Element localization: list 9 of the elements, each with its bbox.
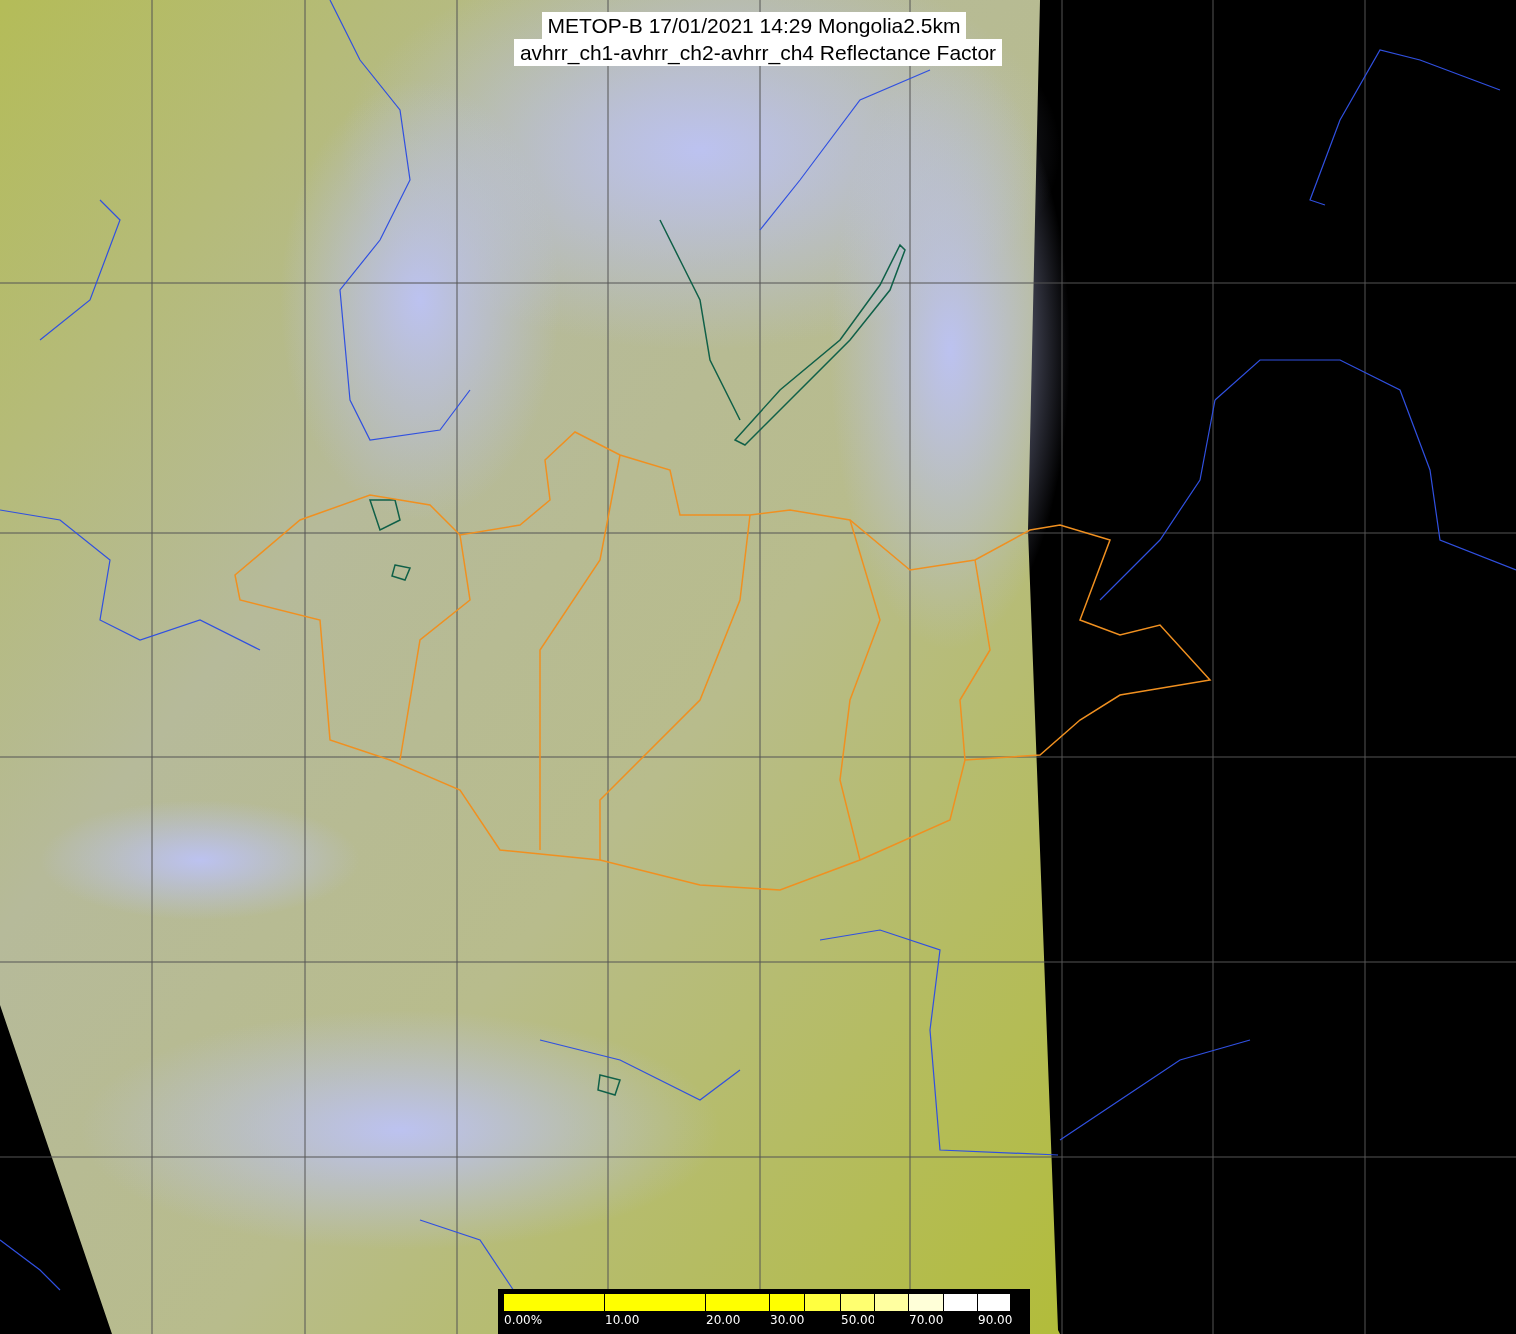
colorbar-tick-label: 70.00: [909, 1313, 943, 1327]
colorbar-tick-label: 0.00%: [504, 1313, 544, 1327]
map-subtitle: avhrr_ch1-avhrr_ch2-avhrr_ch4 Reflectance Factor: [513, 39, 1003, 66]
colorbar-tick-label: 90.00: [978, 1313, 1010, 1327]
colorbar-tick-label: 30.00: [770, 1313, 804, 1327]
colorbar-tick-label: 50.00: [841, 1313, 874, 1327]
map-title: METOP-B 17/01/2021 14:29 Mongolia2.5km: [541, 12, 967, 39]
colorbar-tick-label: 20.00: [706, 1313, 742, 1327]
colorbar-tick-label: 10.00: [605, 1313, 641, 1327]
